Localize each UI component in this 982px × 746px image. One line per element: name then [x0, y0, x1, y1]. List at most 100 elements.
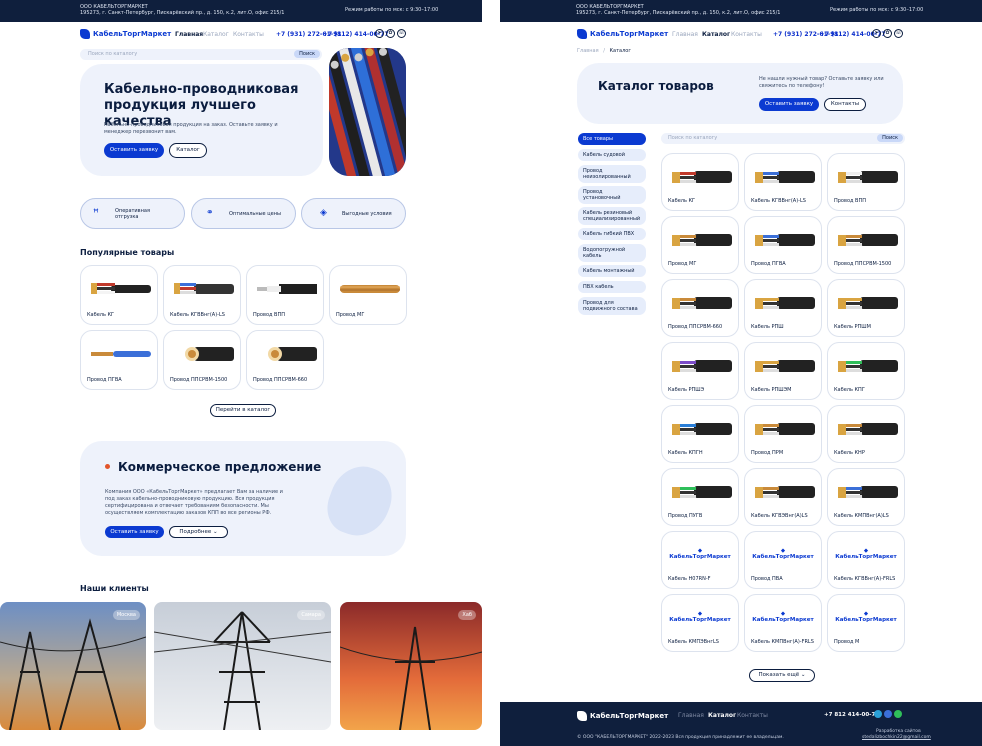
product-card[interactable]: Провод МГ	[661, 216, 739, 274]
product-card[interactable]: Кабель КПГН	[661, 405, 739, 463]
category-all[interactable]: Все товары	[578, 133, 646, 145]
hero-request-button[interactable]: Оставить заявку	[104, 143, 164, 158]
product-card[interactable]: Кабель КМПВнг(А)LS	[827, 468, 905, 526]
placeholder-logo-text: КабельТоргМаркет	[752, 554, 814, 560]
product-name: Провод ПГВА	[87, 377, 122, 383]
logo-text: КабельТоргМаркет	[93, 30, 172, 38]
product-card[interactable]: Провод ППСРВМ-660	[661, 279, 739, 337]
product-card[interactable]: ◆ КабельТоргМаркет Кабель КМПЭВнгLS	[661, 594, 739, 652]
catalog-search-bar[interactable]: Поиск по каталогу Поиск	[661, 133, 905, 144]
catalog-contacts-button[interactable]: Контакты	[824, 98, 866, 111]
footer-phone[interactable]: +7 812 414-00-77	[824, 712, 879, 718]
client-card[interactable]: Хаб	[340, 602, 482, 730]
product-name: Провод ПГВА	[751, 261, 786, 267]
vk-icon[interactable]: ✿	[386, 29, 395, 38]
product-name: Кабель КМПЭВнгLS	[668, 639, 719, 645]
cable-image	[755, 423, 815, 435]
popular-card[interactable]: Кабель КГ	[80, 265, 158, 325]
product-card[interactable]: ◆ КабельТоргМаркет Провод М	[827, 594, 905, 652]
logo-text: КабельТоргМаркет	[590, 30, 669, 38]
popular-card[interactable]: Провод ВПП	[246, 265, 324, 325]
product-card[interactable]: Кабель КГВЭВнг(А)LS	[744, 468, 822, 526]
product-card[interactable]: Кабель КНР	[827, 405, 905, 463]
vk-icon[interactable]: ✿	[883, 29, 892, 38]
breadcrumb-home[interactable]: Главная	[577, 48, 599, 54]
telegram-icon[interactable]: ➤	[375, 29, 384, 38]
product-card[interactable]: Провод ПГВА	[744, 216, 822, 274]
logo[interactable]: КабельТоргМаркет	[80, 29, 171, 39]
handshake-icon: ⚭	[206, 208, 214, 218]
product-card[interactable]: Провод ППСРВМ-1500	[827, 216, 905, 274]
vk-icon[interactable]	[884, 710, 892, 718]
popular-card[interactable]: Провод МГ	[329, 265, 407, 325]
category-item[interactable]: Провод установочный	[578, 186, 646, 204]
brand-placeholder-logo: ◆ КабельТоргМаркет	[834, 611, 898, 623]
product-card[interactable]: Кабель РПШЭМ	[744, 342, 822, 400]
product-card[interactable]: Кабель КПГ	[827, 342, 905, 400]
whatsapp-icon[interactable]	[894, 710, 902, 718]
goto-catalog-button[interactable]: Перейти в каталог	[210, 404, 276, 417]
category-item[interactable]: Кабель резиновый специализированный	[578, 207, 646, 225]
product-name: Провод М	[834, 639, 860, 645]
nav-home[interactable]: Главная	[672, 31, 698, 38]
telegram-icon[interactable]: ➤	[872, 29, 881, 38]
product-card[interactable]: ◆ КабельТоргМаркет Провод ПВА	[744, 531, 822, 589]
whatsapp-icon[interactable]: ☏	[397, 29, 406, 38]
show-more-button[interactable]: Показать ещё ⌄	[749, 669, 815, 682]
product-card[interactable]: Провод ВПП	[827, 153, 905, 211]
category-item[interactable]: Кабель судовой	[578, 149, 646, 161]
category-item[interactable]: Кабель гибкий ПВХ	[578, 228, 646, 240]
logo[interactable]: КабельТоргМаркет	[577, 29, 668, 39]
category-item[interactable]: Водопогружной кабель	[578, 244, 646, 262]
catalog-search-input[interactable]: Поиск по каталогу	[668, 135, 717, 141]
catalog-note-1: Не нашли нужный товар? Оставьте заявку и…	[759, 76, 884, 82]
product-card[interactable]: Провод ПРМ	[744, 405, 822, 463]
company-address: 195273, г. Санкт-Петербург, Пискарёвский…	[576, 10, 781, 16]
product-card[interactable]: Кабель КГ	[661, 153, 739, 211]
footer-nav-catalog[interactable]: Каталог	[708, 712, 736, 719]
nav-catalog[interactable]: Каталог	[203, 31, 229, 38]
client-card[interactable]: Самара	[154, 602, 331, 730]
popular-card[interactable]: Провод ПГВА	[80, 330, 158, 390]
catalog-request-button[interactable]: Оставить заявку	[759, 98, 819, 111]
hero-catalog-button[interactable]: Каталог	[169, 143, 207, 158]
catalog-search-button[interactable]: Поиск	[877, 134, 903, 142]
product-card[interactable]: Провод ПУГВ	[661, 468, 739, 526]
placeholder-logo-text: КабельТоргМаркет	[835, 554, 897, 560]
product-card[interactable]: Кабель РПШМ	[827, 279, 905, 337]
product-card[interactable]: Кабель РПШ	[744, 279, 822, 337]
footer-email[interactable]: stedalizbochkin22@gmail.com	[862, 735, 931, 740]
whatsapp-icon[interactable]: ☏	[894, 29, 903, 38]
footer-nav-contacts[interactable]: Контакты	[737, 712, 768, 719]
telegram-icon[interactable]	[874, 710, 882, 718]
footer-nav-home[interactable]: Главная	[678, 712, 704, 719]
offer-request-button[interactable]: Оставить заявку	[105, 526, 164, 538]
product-name: Кабель КГВВнг(А)-LS	[751, 198, 806, 204]
category-item[interactable]: Провод для подвижного состава	[578, 297, 646, 315]
nav-catalog[interactable]: Каталог	[702, 31, 730, 38]
offer-more-button[interactable]: Подробнее ⌄	[169, 526, 228, 538]
product-card[interactable]: ◆ КабельТоргМаркет Кабель КМПВнг(А)-FRLS	[744, 594, 822, 652]
breadcrumb-separator: /	[603, 48, 605, 54]
cable-image	[755, 360, 815, 372]
category-item[interactable]: Кабель монтажный	[578, 265, 646, 277]
product-card[interactable]: Кабель РПШЭ	[661, 342, 739, 400]
category-item[interactable]: ПВХ кабель	[578, 281, 646, 293]
product-name: Кабель КМПВнг(А)LS	[834, 513, 889, 519]
search-bar[interactable]: Поиск по каталогу Поиск	[80, 49, 322, 60]
nav-contacts[interactable]: Контакты	[233, 31, 264, 38]
popular-card[interactable]: Кабель КГВВнг(А)-LS	[163, 265, 241, 325]
search-button[interactable]: Поиск	[294, 50, 320, 58]
client-card[interactable]: Москва	[0, 602, 146, 730]
popular-card[interactable]: Провод ППСРВМ-1500	[163, 330, 241, 390]
nav-contacts[interactable]: Контакты	[731, 31, 762, 38]
popular-card[interactable]: Провод ППСРВМ-660	[246, 330, 324, 390]
nav-home[interactable]: Главная	[175, 31, 203, 38]
search-input[interactable]: Поиск по каталогу	[88, 51, 137, 57]
logo-icon	[577, 711, 587, 721]
category-item[interactable]: Провод неизолированный	[578, 165, 646, 183]
product-card[interactable]: Кабель КГВВнг(А)-LS	[744, 153, 822, 211]
product-card[interactable]: ◆ КабельТоргМаркет Кабель КГВВнг(А)-FRLS	[827, 531, 905, 589]
product-card[interactable]: ◆ КабельТоргМаркет Кабель H07RN-F	[661, 531, 739, 589]
footer-logo[interactable]: КабельТоргМаркет	[577, 711, 668, 721]
